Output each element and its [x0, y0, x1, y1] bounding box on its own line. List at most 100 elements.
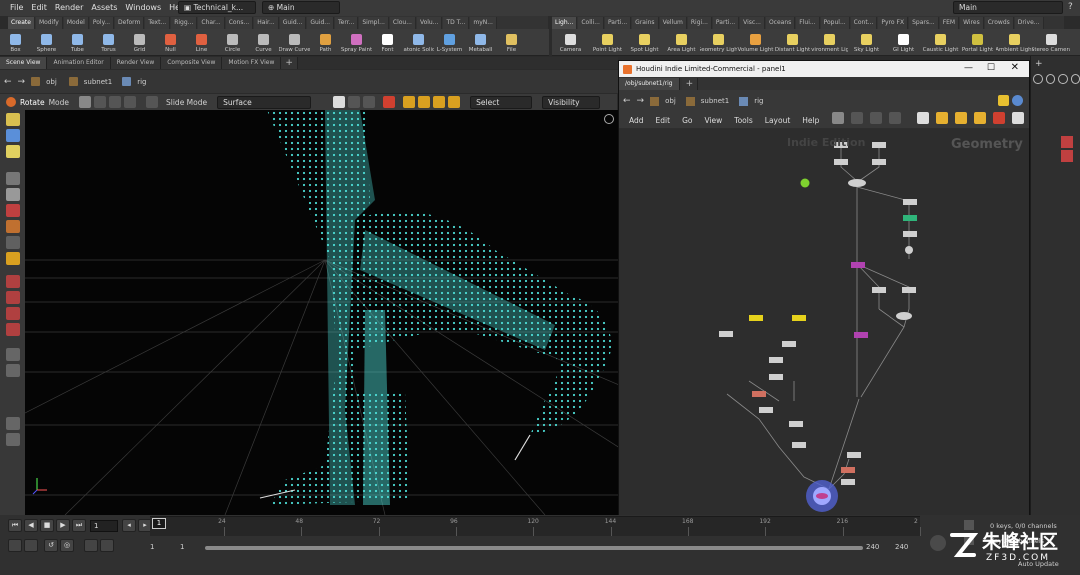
- node[interactable]: [872, 159, 886, 165]
- shelf-tool-tools_left-5[interactable]: Null: [155, 33, 186, 53]
- shelf-tool-tools_left-0[interactable]: Box: [0, 33, 31, 53]
- start-frame[interactable]: 1: [150, 543, 154, 551]
- right-help-icon[interactable]: [1045, 74, 1055, 84]
- shelf-tab-right-3[interactable]: Grains: [632, 16, 659, 29]
- merge-node[interactable]: [848, 179, 866, 187]
- lasso-select-icon[interactable]: [348, 96, 361, 108]
- handle-tool-icon[interactable]: [124, 96, 136, 108]
- camera-tool-icon[interactable]: [6, 220, 20, 233]
- forward-arrow-icon[interactable]: →: [18, 77, 26, 87]
- move-tool-icon[interactable]: [94, 96, 106, 108]
- ghost-icon[interactable]: [6, 364, 20, 377]
- node[interactable]: [769, 357, 783, 363]
- shelf-tool-tools_left-4[interactable]: Grid: [124, 33, 155, 53]
- shelf-tool-tools_right-3[interactable]: Area Light: [663, 33, 700, 53]
- select-dropdown[interactable]: Select: [470, 95, 533, 109]
- network-canvas[interactable]: Indie Edition Geometry: [619, 129, 1029, 515]
- menu-assets[interactable]: Assets: [87, 0, 121, 16]
- node[interactable]: [905, 246, 913, 254]
- menu-edit[interactable]: Edit: [27, 0, 51, 16]
- timeline-circle-icon[interactable]: [930, 535, 946, 551]
- node-yellow[interactable]: [792, 315, 806, 321]
- shelf-tool-tools_left-7[interactable]: Circle: [217, 33, 248, 53]
- node[interactable]: [847, 452, 861, 458]
- context-dropdown[interactable]: ⊕ Main: [262, 1, 340, 14]
- snap-tool-icon[interactable]: [6, 275, 20, 288]
- range-slider-track[interactable]: [205, 546, 863, 550]
- net-menu-tools[interactable]: Tools: [734, 116, 752, 125]
- back-arrow-icon[interactable]: ←: [4, 77, 12, 87]
- shelf-tab-left-15[interactable]: Volu...: [416, 16, 443, 29]
- shelf-tool-tools_right-2[interactable]: Spot Light: [626, 33, 663, 53]
- tab-animation-editor[interactable]: Animation Editor: [47, 57, 111, 69]
- node[interactable]: [903, 199, 917, 205]
- current-frame-field[interactable]: 1: [90, 519, 118, 532]
- node[interactable]: [841, 467, 855, 473]
- go-end-icon[interactable]: ⏭: [72, 519, 86, 532]
- shelf-tab-right-16[interactable]: Crowds: [984, 16, 1014, 29]
- display-flag-icon[interactable]: [993, 112, 1005, 124]
- tab-network-path[interactable]: /obj/subnet1/rig: [619, 77, 680, 90]
- shelf-tool-tools_right-11[interactable]: Portal Light: [959, 33, 996, 53]
- shelf-tool-tools_right-0[interactable]: Camera: [552, 33, 589, 53]
- green-node[interactable]: [800, 178, 810, 188]
- record-icon[interactable]: [6, 204, 20, 217]
- shelf-tab-left-4[interactable]: Deform: [115, 16, 145, 29]
- shelf-tool-tools_left-12[interactable]: Font: [372, 33, 403, 53]
- colors-icon[interactable]: [936, 112, 948, 124]
- shelf-tab-left-11[interactable]: Guid...: [307, 16, 335, 29]
- shelf-tool-tools_right-6[interactable]: Distant Light: [774, 33, 811, 53]
- surface-dropdown[interactable]: Surface: [217, 95, 312, 109]
- visibility-dropdown[interactable]: Visibility: [542, 95, 601, 109]
- rotate-tool-icon[interactable]: [6, 97, 16, 107]
- select-tool-icon[interactable]: [79, 96, 91, 108]
- net-menu-help[interactable]: Help: [802, 116, 819, 125]
- shelf-tab-right-7[interactable]: Visc...: [740, 16, 765, 29]
- node[interactable]: [782, 341, 796, 347]
- flags-icon[interactable]: [974, 112, 986, 124]
- shelf-tab-right-12[interactable]: Pyro FX: [878, 16, 909, 29]
- shelf-tab-right-5[interactable]: Rigi...: [687, 16, 712, 29]
- shelf-tab-right-9[interactable]: Flui...: [796, 16, 820, 29]
- shelf-tab-right-13[interactable]: Spars...: [909, 16, 939, 29]
- right-add-tab-icon[interactable]: +: [1035, 59, 1043, 69]
- view-tool-icon[interactable]: [6, 113, 20, 126]
- node[interactable]: [789, 421, 803, 427]
- magnet-tool-icon[interactable]: [6, 291, 20, 304]
- right-gear-icon[interactable]: [1070, 74, 1080, 84]
- node[interactable]: [752, 391, 766, 397]
- snap-point-icon[interactable]: [433, 96, 446, 108]
- path-rig[interactable]: rig: [137, 78, 146, 86]
- shelf-tab-left-8[interactable]: Cons...: [225, 16, 254, 29]
- shelf-tool-tools_left-3[interactable]: Torus: [93, 33, 124, 53]
- end-frame[interactable]: 240: [866, 543, 879, 551]
- shelf-tab-left-6[interactable]: Rigg...: [171, 16, 198, 29]
- wrench-icon[interactable]: [832, 112, 844, 124]
- keyframe-back-icon[interactable]: [84, 539, 98, 552]
- pose-tool-icon[interactable]: [146, 96, 158, 108]
- paint-select-icon[interactable]: [363, 96, 376, 108]
- help-icon[interactable]: ?: [1068, 2, 1073, 12]
- shelf-tool-tools_right-1[interactable]: Point Light: [589, 33, 626, 53]
- shelf-tab-right-2[interactable]: Parti...: [604, 16, 632, 29]
- node-purple[interactable]: [854, 332, 868, 338]
- handles-tool-icon[interactable]: [6, 252, 20, 265]
- shelf-tab-right-1[interactable]: Colli...: [578, 16, 604, 29]
- component-mode-icon[interactable]: [6, 145, 20, 158]
- node-purple[interactable]: [851, 262, 865, 268]
- menu-file[interactable]: File: [6, 0, 27, 16]
- shelf-tab-left-13[interactable]: Simpl...: [359, 16, 389, 29]
- right-red-flag-icon[interactable]: [1061, 136, 1073, 148]
- shelf-tab-right-14[interactable]: FEM: [939, 16, 960, 29]
- display-options-icon[interactable]: [6, 348, 20, 361]
- net-back-arrow-icon[interactable]: ←: [623, 96, 631, 106]
- shelf-tab-right-0[interactable]: Ligh...: [552, 16, 578, 29]
- merge-node[interactable]: [896, 312, 912, 320]
- net-menu-go[interactable]: Go: [682, 116, 692, 125]
- constraint-tool-icon[interactable]: [6, 307, 20, 320]
- net-menu-layout[interactable]: Layout: [765, 116, 791, 125]
- shelf-tab-left-17[interactable]: myN...: [470, 16, 497, 29]
- menu-windows[interactable]: Windows: [121, 0, 165, 16]
- menu-render[interactable]: Render: [51, 0, 87, 16]
- viewport-lock-icon[interactable]: [604, 114, 614, 124]
